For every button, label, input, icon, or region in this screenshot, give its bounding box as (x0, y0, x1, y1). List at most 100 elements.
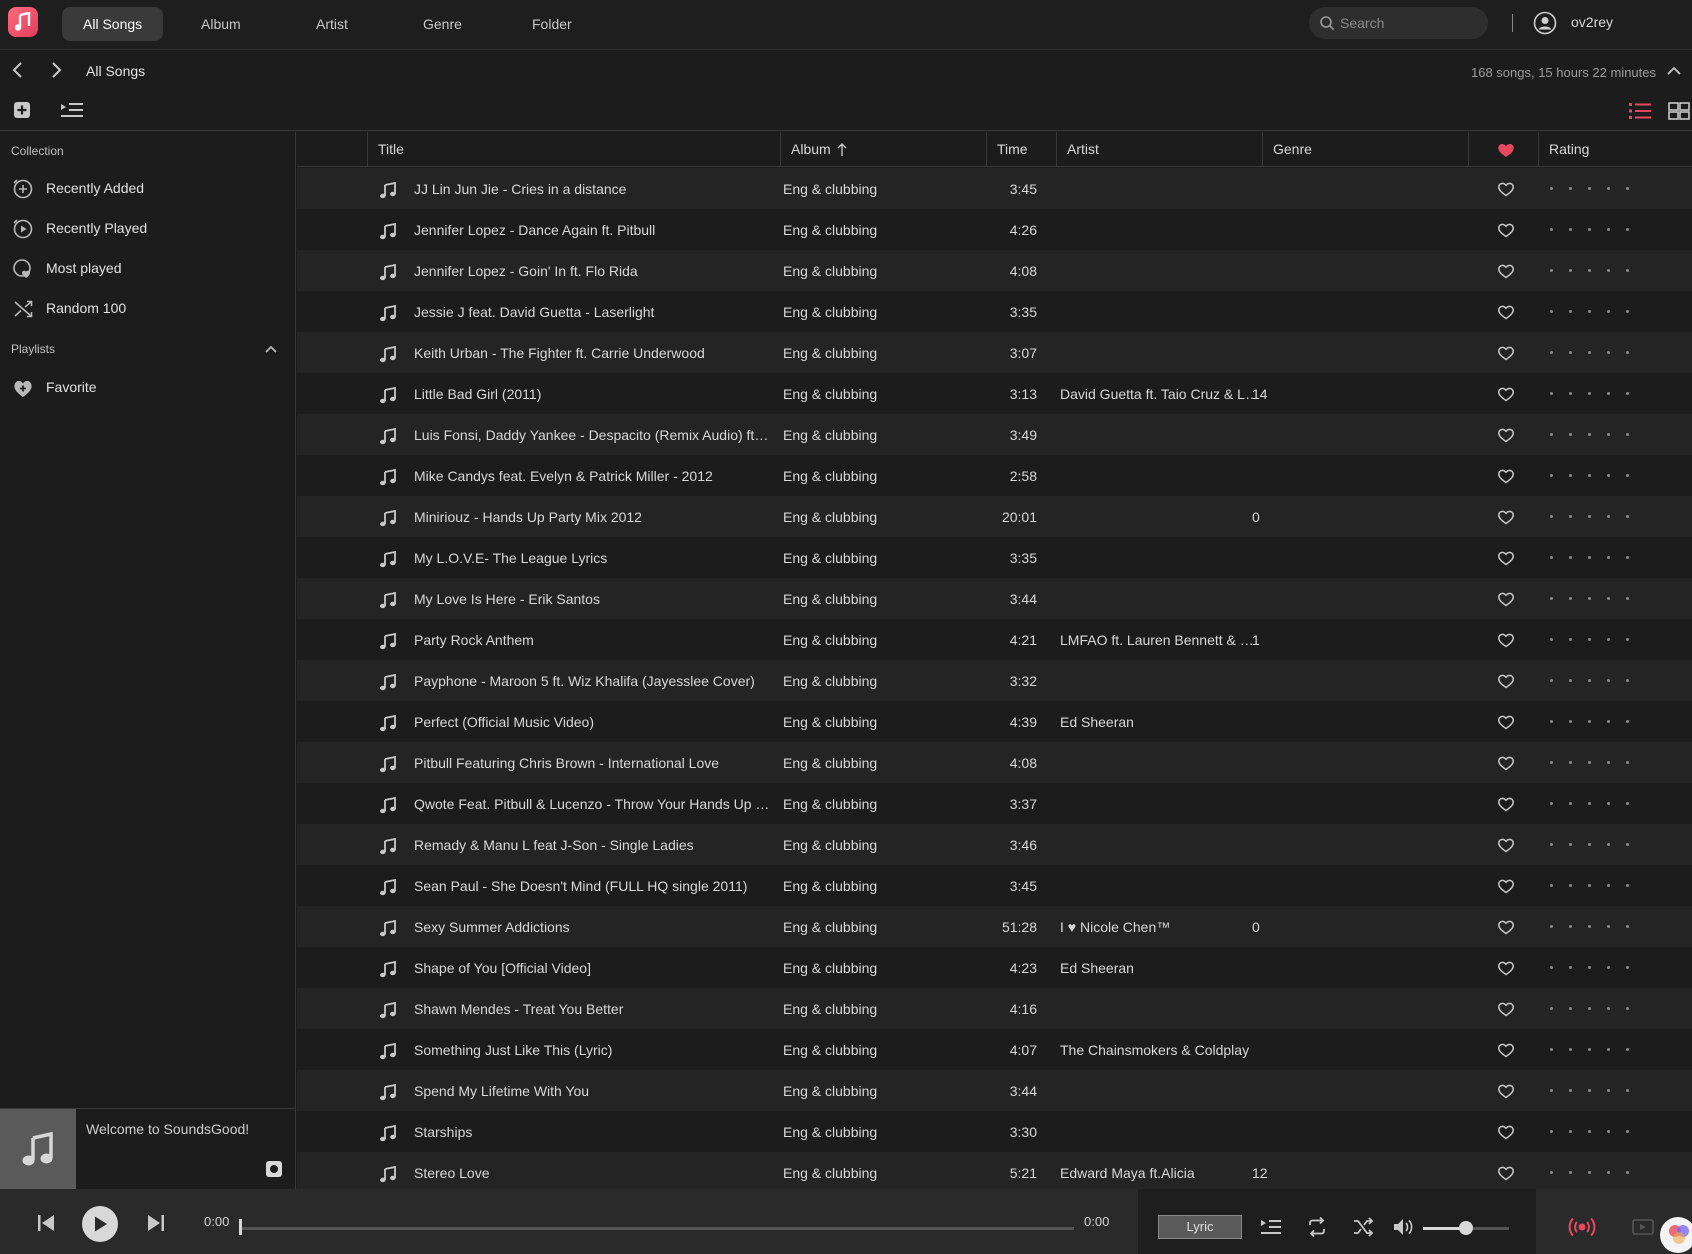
table-row[interactable]: Little Bad Girl (2011) Eng & clubbing 3:13… (297, 373, 1692, 414)
rating-stars[interactable] (1550, 269, 1650, 273)
forward-arrow-icon[interactable] (48, 59, 64, 81)
rating-dot[interactable] (1550, 720, 1553, 723)
rating-dot[interactable] (1607, 269, 1610, 272)
favorite-heart-icon[interactable] (1497, 550, 1515, 569)
rating-dot[interactable] (1550, 843, 1553, 846)
rating-dot[interactable] (1607, 1048, 1610, 1051)
rating-dot[interactable] (1607, 802, 1610, 805)
favorite-heart-icon[interactable] (1497, 591, 1515, 610)
favorite-heart-icon[interactable] (1497, 427, 1515, 446)
rating-dot[interactable] (1626, 474, 1629, 477)
table-row[interactable]: Sean Paul - She Doesn't Mind (FULL HQ si… (297, 865, 1692, 906)
table-row[interactable]: Party Rock Anthem Eng & clubbing 4:21 LMFAO… (297, 619, 1692, 660)
queue-icon[interactable] (1260, 1218, 1282, 1236)
rating-dot[interactable] (1607, 761, 1610, 764)
rating-dot[interactable] (1626, 310, 1629, 313)
repeat-icon[interactable] (1306, 1216, 1328, 1238)
rating-dot[interactable] (1569, 1171, 1572, 1174)
rating-dot[interactable] (1550, 1048, 1553, 1051)
volume-icon[interactable] (1392, 1217, 1414, 1237)
table-row[interactable]: Remady & Manu L feat J-Son - Single Ladi… (297, 824, 1692, 865)
progress-bar[interactable] (240, 1227, 1074, 1230)
rating-dot[interactable] (1569, 433, 1572, 436)
rating-dot[interactable] (1550, 187, 1553, 190)
rating-dot[interactable] (1550, 884, 1553, 887)
rating-dot[interactable] (1569, 1007, 1572, 1010)
rating-dot[interactable] (1550, 515, 1553, 518)
rating-stars[interactable] (1550, 1130, 1650, 1134)
rating-stars[interactable] (1550, 884, 1650, 888)
rating-dot[interactable] (1550, 1089, 1553, 1092)
tab-album[interactable]: Album (180, 7, 262, 41)
rating-dot[interactable] (1607, 720, 1610, 723)
sidebar-item-recently-added[interactable]: Recently Added (0, 170, 295, 206)
rating-dot[interactable] (1588, 1130, 1591, 1133)
assistant-badge-icon[interactable] (1660, 1217, 1692, 1253)
rating-dot[interactable] (1626, 351, 1629, 354)
add-playlist-icon[interactable] (13, 101, 31, 119)
table-row[interactable]: Sexy Summer Addictions Eng & clubbing 51:2… (297, 906, 1692, 947)
rating-dot[interactable] (1626, 1171, 1629, 1174)
rating-dot[interactable] (1607, 966, 1610, 969)
favorite-heart-icon[interactable] (1497, 263, 1515, 282)
sidebar-item-most-played[interactable]: Most played (0, 250, 295, 286)
favorite-heart-icon[interactable] (1497, 181, 1515, 200)
album-art-placeholder[interactable] (0, 1109, 76, 1190)
table-row[interactable]: Jennifer Lopez - Dance Again ft. Pitbull… (297, 209, 1692, 250)
column-header-album[interactable]: Album (780, 132, 986, 167)
rating-dot[interactable] (1626, 802, 1629, 805)
rating-dot[interactable] (1607, 351, 1610, 354)
rating-dot[interactable] (1588, 638, 1591, 641)
rating-dot[interactable] (1626, 679, 1629, 682)
rating-dot[interactable] (1569, 720, 1572, 723)
tab-all-songs[interactable]: All Songs (62, 7, 164, 41)
rating-dot[interactable] (1569, 392, 1572, 395)
favorite-heart-icon[interactable] (1497, 755, 1515, 774)
rating-dot[interactable] (1588, 925, 1591, 928)
back-arrow-icon[interactable] (10, 59, 26, 81)
rating-dot[interactable] (1626, 1007, 1629, 1010)
app-logo-icon[interactable] (8, 7, 38, 37)
volume-handle[interactable] (1459, 1221, 1473, 1235)
next-track-icon[interactable] (146, 1213, 166, 1233)
rating-dot[interactable] (1588, 884, 1591, 887)
rating-dot[interactable] (1626, 597, 1629, 600)
table-row[interactable]: Starships Eng & clubbing 3:30 (297, 1111, 1692, 1152)
favorite-heart-icon[interactable] (1497, 796, 1515, 815)
rating-dot[interactable] (1588, 515, 1591, 518)
rating-dot[interactable] (1550, 269, 1553, 272)
table-row[interactable]: Jennifer Lopez - Goin' In ft. Flo Rida En… (297, 250, 1692, 291)
rating-dot[interactable] (1588, 1171, 1591, 1174)
table-row[interactable]: Something Just Like This (Lyric) Eng & cl… (297, 1029, 1692, 1070)
favorite-heart-icon[interactable] (1497, 673, 1515, 692)
rating-dot[interactable] (1588, 392, 1591, 395)
rating-dot[interactable] (1588, 966, 1591, 969)
rating-dot[interactable] (1569, 597, 1572, 600)
favorite-heart-icon[interactable] (1497, 1165, 1515, 1184)
sidebar-item-random-100[interactable]: Random 100 (0, 290, 295, 326)
rating-dot[interactable] (1626, 925, 1629, 928)
favorite-heart-icon[interactable] (1497, 222, 1515, 241)
rating-dot[interactable] (1626, 761, 1629, 764)
rating-dot[interactable] (1607, 679, 1610, 682)
favorite-heart-icon[interactable] (1497, 1083, 1515, 1102)
rating-dot[interactable] (1607, 884, 1610, 887)
rating-dot[interactable] (1626, 228, 1629, 231)
rating-dot[interactable] (1626, 515, 1629, 518)
table-row[interactable]: Luis Fonsi, Daddy Yankee - Despacito (Re… (297, 414, 1692, 455)
rating-dot[interactable] (1588, 310, 1591, 313)
rating-dot[interactable] (1607, 597, 1610, 600)
rating-dot[interactable] (1588, 679, 1591, 682)
rating-dot[interactable] (1607, 228, 1610, 231)
rating-dot[interactable] (1588, 1089, 1591, 1092)
rating-dot[interactable] (1550, 556, 1553, 559)
tab-artist[interactable]: Artist (295, 7, 369, 41)
previous-track-icon[interactable] (36, 1213, 56, 1233)
column-header-favorite[interactable] (1468, 132, 1538, 167)
rating-dot[interactable] (1569, 1048, 1572, 1051)
table-row[interactable]: Spend My Lifetime With You Eng & clubbing… (297, 1070, 1692, 1111)
tab-folder[interactable]: Folder (511, 7, 593, 41)
rating-dot[interactable] (1569, 638, 1572, 641)
rating-dot[interactable] (1569, 761, 1572, 764)
table-row[interactable]: Keith Urban - The Fighter ft. Carrie Und… (297, 332, 1692, 373)
